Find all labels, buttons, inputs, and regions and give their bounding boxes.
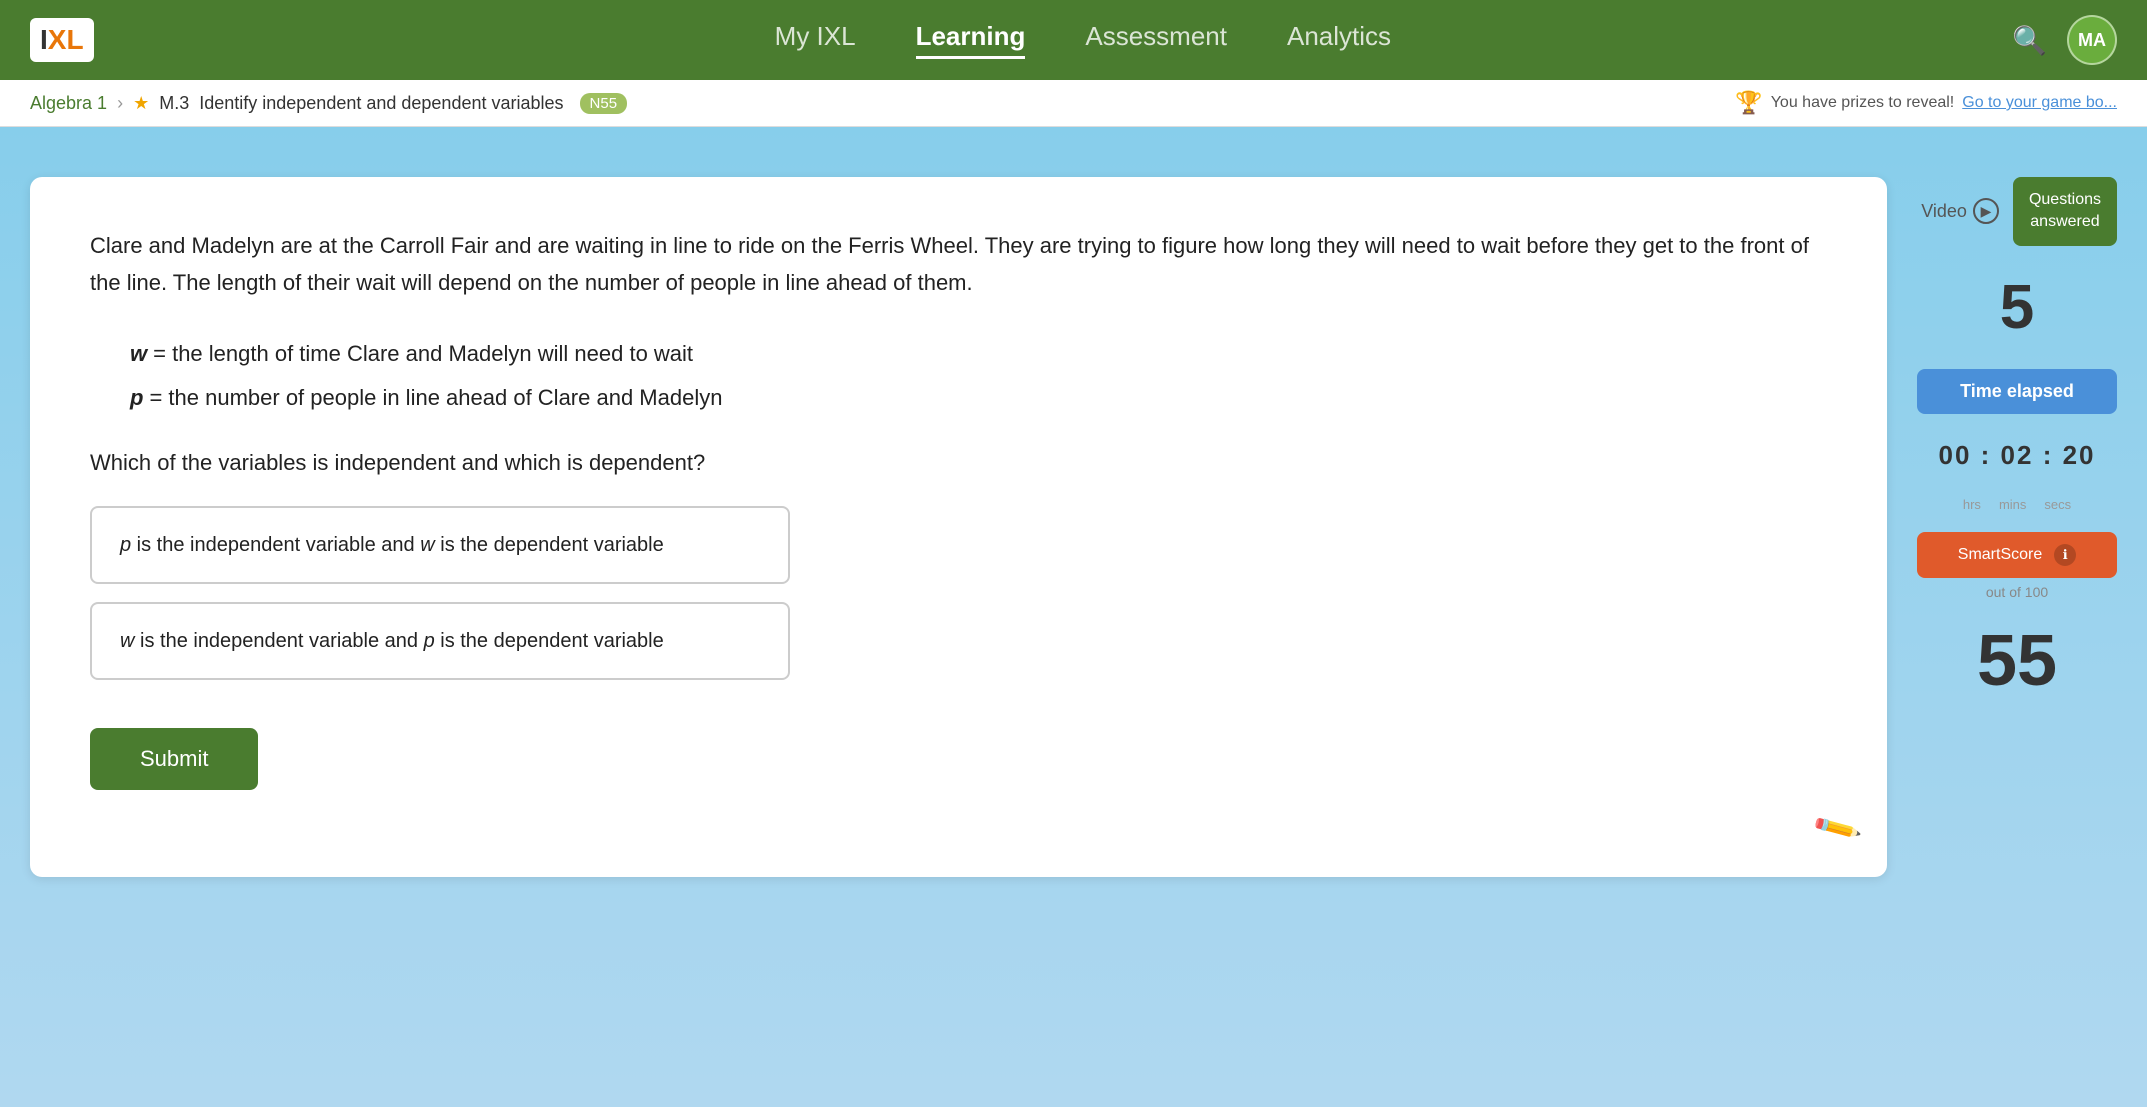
nav-links: My IXL Learning Assessment Analytics xyxy=(154,21,2013,59)
time-elapsed-box: Time elapsed xyxy=(1917,369,2117,414)
var2-def: = the number of people in line ahead of … xyxy=(149,376,722,420)
smartscore-label: SmartScore xyxy=(1958,546,2042,564)
option-b-var2: p xyxy=(424,630,435,652)
smartscore-value: 55 xyxy=(1917,620,2117,702)
star-icon: ★ xyxy=(133,93,149,114)
questions-answered-box: Questionsanswered xyxy=(2013,177,2117,246)
prizes-notice: 🏆 You have prizes to reveal! Go to your … xyxy=(1735,90,2117,116)
prizes-text: You have prizes to reveal! xyxy=(1771,94,1955,112)
var2-letter: p xyxy=(130,376,143,420)
timer-minutes: 02 xyxy=(2001,440,2034,470)
nav-learning[interactable]: Learning xyxy=(916,21,1026,59)
nav-right: 🔍 MA xyxy=(2012,15,2117,65)
timer-sep2: : xyxy=(2043,440,2063,470)
timer-seconds: 20 xyxy=(2063,440,2096,470)
skill-name: Identify independent and dependent varia… xyxy=(199,93,563,114)
breadcrumb: Algebra 1 › ★ M.3 Identify independent a… xyxy=(0,80,2147,127)
content-wrapper: Clare and Madelyn are at the Carroll Fai… xyxy=(0,127,2147,1107)
submit-button[interactable]: Submit xyxy=(90,728,258,790)
option-a-mid: is the independent variable and xyxy=(131,534,420,556)
answer-option-b[interactable]: w is the independent variable and p is t… xyxy=(90,602,790,680)
time-elapsed-label: Time elapsed xyxy=(1960,381,2074,401)
option-a-var1: p xyxy=(120,534,131,556)
questions-answered-value: 5 xyxy=(1917,272,2117,343)
timer-hours: 00 xyxy=(1938,440,1971,470)
play-icon: ▶ xyxy=(1973,198,1999,224)
nav-assessment[interactable]: Assessment xyxy=(1085,21,1227,59)
smartscore-out-of: out of 100 xyxy=(1917,584,2117,600)
option-a-suffix: is the dependent variable xyxy=(435,534,664,556)
option-b-var1: w xyxy=(120,630,134,652)
navbar: I XL My IXL Learning Assessment Analytic… xyxy=(0,0,2147,80)
pencil-icon[interactable]: ✏️ xyxy=(1810,802,1864,855)
var1-line: w = the length of time Clare and Madelyn… xyxy=(130,332,1827,376)
variables-section: w = the length of time Clare and Madelyn… xyxy=(130,332,1827,420)
timer-display: 00 : 02 : 20 xyxy=(1917,440,2117,471)
sidebar-top: Video ▶ Questionsanswered xyxy=(1917,177,2117,246)
skill-level: N55 xyxy=(580,93,628,114)
questions-answered-label: Questionsanswered xyxy=(2029,189,2101,234)
logo-i: I xyxy=(40,24,48,56)
breadcrumb-subject[interactable]: Algebra 1 xyxy=(30,93,107,114)
timer-sep1: : xyxy=(1981,440,2001,470)
smartscore-box: SmartScore ℹ xyxy=(1917,532,2117,578)
option-a-var2: w xyxy=(420,534,434,556)
var1-letter: w xyxy=(130,332,147,376)
prizes-link[interactable]: Go to your game bo... xyxy=(1962,94,2117,112)
option-b-mid: is the independent variable and xyxy=(134,630,423,652)
question-prompt: Which of the variables is independent an… xyxy=(90,450,1827,476)
answer-option-a[interactable]: p is the independent variable and w is t… xyxy=(90,506,790,584)
var2-line: p = the number of people in line ahead o… xyxy=(130,376,1827,420)
question-card: Clare and Madelyn are at the Carroll Fai… xyxy=(30,177,1887,877)
main-area: Clare and Madelyn are at the Carroll Fai… xyxy=(0,147,2147,907)
trophy-icon: 🏆 xyxy=(1735,90,1762,116)
skill-code: M.3 xyxy=(159,93,189,114)
nav-analytics[interactable]: Analytics xyxy=(1287,21,1391,59)
breadcrumb-sep: › xyxy=(117,93,123,114)
sidebar: Video ▶ Questionsanswered 5 Time elapsed… xyxy=(1917,177,2117,702)
nav-myixl[interactable]: My IXL xyxy=(775,21,856,59)
timer-label-s: secs xyxy=(2044,497,2071,512)
smartscore-info-icon[interactable]: ℹ xyxy=(2054,544,2076,566)
timer-labels: hrs mins secs xyxy=(1917,497,2117,512)
search-icon[interactable]: 🔍 xyxy=(2012,24,2047,57)
timer-label-m: mins xyxy=(1999,497,2026,512)
timer-label-h: hrs xyxy=(1963,497,1981,512)
var1-def: = the length of time Clare and Madelyn w… xyxy=(153,332,693,376)
video-label: Video xyxy=(1921,201,1967,222)
avatar[interactable]: MA xyxy=(2067,15,2117,65)
logo[interactable]: I XL xyxy=(30,18,94,62)
logo-xl: XL xyxy=(48,24,84,56)
video-button[interactable]: Video ▶ xyxy=(1921,198,1999,224)
question-passage: Clare and Madelyn are at the Carroll Fai… xyxy=(90,227,1827,302)
option-b-suffix: is the dependent variable xyxy=(435,630,664,652)
